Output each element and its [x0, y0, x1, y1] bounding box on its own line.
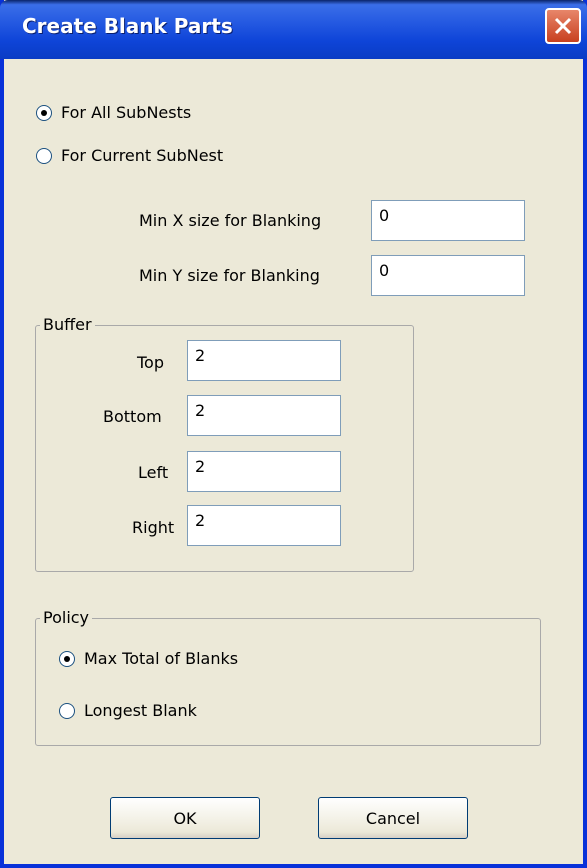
min-y-label: Min Y size for Blanking — [139, 266, 320, 285]
radio-label: For All SubNests — [61, 103, 192, 122]
policy-legend: Policy — [40, 608, 93, 627]
buffer-top-label: Top — [137, 353, 164, 372]
radio-indicator — [59, 702, 75, 719]
min-x-input[interactable]: 0 — [371, 200, 525, 241]
radio-label: Longest Blank — [84, 701, 197, 720]
close-button[interactable] — [545, 8, 581, 44]
buffer-right-label: Right — [132, 518, 175, 537]
radio-indicator-checked — [59, 650, 75, 667]
buffer-top-input[interactable]: 2 — [187, 340, 341, 381]
buffer-bottom-input[interactable]: 2 — [187, 395, 341, 436]
buffer-bottom-label: Bottom — [103, 407, 162, 426]
radio-indicator — [36, 147, 52, 164]
policy-group: Policy — [35, 608, 541, 746]
radio-indicator-checked — [36, 104, 52, 121]
title-bar[interactable]: Create Blank Parts — [0, 0, 587, 59]
buffer-left-input[interactable]: 2 — [187, 451, 341, 492]
ok-button[interactable]: OK — [110, 797, 260, 839]
radio-max-total-of-blanks[interactable]: Max Total of Blanks — [59, 649, 238, 668]
radio-longest-blank[interactable]: Longest Blank — [59, 701, 197, 720]
buffer-right-input[interactable]: 2 — [187, 505, 341, 546]
close-icon — [554, 17, 572, 35]
radio-label: For Current SubNest — [61, 146, 224, 165]
buffer-legend: Buffer — [40, 315, 95, 334]
radio-for-current-subnest[interactable]: For Current SubNest — [36, 146, 223, 165]
min-x-label: Min X size for Blanking — [139, 211, 322, 230]
cancel-button[interactable]: Cancel — [318, 797, 468, 839]
min-y-input[interactable]: 0 — [371, 255, 525, 296]
radio-label: Max Total of Blanks — [84, 649, 239, 668]
buffer-left-label: Left — [138, 463, 169, 482]
dialog-window: Create Blank Parts For All SubNests For … — [0, 0, 587, 868]
window-title: Create Blank Parts — [22, 14, 233, 38]
radio-for-all-subnests[interactable]: For All SubNests — [36, 103, 191, 122]
